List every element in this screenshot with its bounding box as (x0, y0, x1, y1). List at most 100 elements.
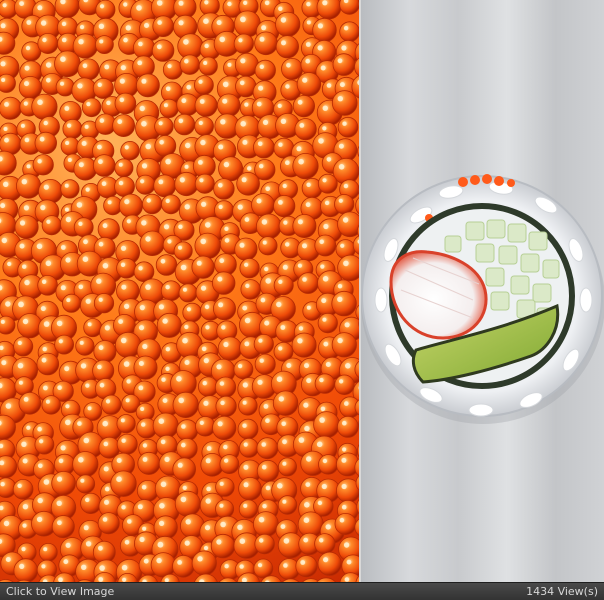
caviar-highlight (24, 81, 29, 87)
caviar-highlight (201, 346, 207, 352)
caviar-highlight (241, 177, 247, 183)
caviar-egg (332, 53, 356, 76)
caviar-highlight (43, 184, 49, 190)
caviar-highlight (319, 239, 325, 245)
image-thumbnail[interactable] (0, 0, 604, 582)
caviar-highlight (43, 479, 50, 485)
caviar-egg (37, 33, 59, 55)
caviar-highlight (205, 458, 211, 464)
caviar-egg (101, 394, 122, 415)
caviar-egg (172, 457, 197, 482)
caviar-egg (174, 171, 199, 197)
caviar-highlight (176, 376, 182, 382)
caviar-highlight (243, 482, 249, 488)
caviar-highlight (24, 137, 30, 143)
caviar-highlight (64, 366, 70, 372)
caviar-highlight (306, 1, 311, 7)
caviar-highlight (302, 277, 307, 282)
caviar-egg (233, 359, 254, 380)
caviar-highlight (43, 547, 48, 552)
caviar-highlight (240, 58, 246, 64)
caviar-highlight (259, 538, 264, 543)
caviar-highlight (63, 559, 69, 565)
caviar-highlight (160, 481, 167, 488)
caviar-egg (92, 154, 116, 177)
caviar-egg (336, 478, 359, 503)
caviar-highlight (60, 245, 66, 250)
caviar-highlight (237, 204, 243, 210)
caviar-highlight (178, 118, 184, 124)
caviar-egg (216, 93, 241, 117)
caviar-highlight (297, 219, 303, 225)
caviar-egg (153, 174, 177, 198)
caviar-egg (81, 97, 102, 118)
caviar-photo (0, 0, 359, 582)
caviar-egg (238, 396, 258, 416)
caviar-egg (92, 77, 114, 99)
caviar-egg (116, 414, 136, 434)
caviar-egg (337, 211, 359, 238)
caviar-highlight (67, 158, 72, 162)
caviar-highlight (323, 341, 329, 347)
caviar-highlight (46, 219, 51, 224)
caviar-highlight (341, 483, 347, 490)
caviar-highlight (342, 217, 349, 223)
caviar-highlight (164, 456, 170, 462)
caviar-egg (215, 499, 235, 519)
caviar-highlight (123, 2, 128, 7)
caviar-highlight (218, 204, 223, 210)
caviar-egg (239, 437, 259, 458)
caviar-highlight (199, 178, 204, 183)
caviar-highlight (121, 284, 127, 290)
caviar-highlight (121, 505, 126, 510)
caviar-highlight (123, 361, 130, 367)
caviar-highlight (104, 499, 109, 505)
caviar-highlight (4, 102, 9, 107)
caviar-highlight (184, 204, 190, 210)
caviar-highlight (19, 1, 24, 6)
caviar-highlight (181, 424, 186, 429)
caviar-egg (182, 302, 203, 323)
caviar-highlight (177, 560, 183, 565)
caviar-highlight (177, 462, 183, 468)
caviar-highlight (36, 243, 43, 250)
caviar-highlight (19, 220, 26, 226)
caviar-highlight (216, 20, 222, 26)
caviar-egg (295, 555, 318, 578)
caviar-egg (193, 75, 214, 95)
caviar-egg (217, 336, 243, 361)
caviar-highlight (138, 325, 145, 331)
caviar-highlight (343, 183, 349, 189)
caviar-highlight (298, 437, 305, 443)
caviar-highlight (146, 198, 151, 203)
caviar-egg (277, 457, 297, 477)
caviar-egg (252, 511, 279, 537)
caviar-highlight (165, 347, 170, 352)
caviar-highlight (338, 198, 343, 203)
caviar-highlight (157, 541, 164, 548)
caviar-highlight (178, 397, 184, 404)
caviar-egg (41, 395, 61, 415)
caviar-highlight (218, 183, 223, 188)
image-viewer: Click to View Image 1434 View(s) (0, 0, 604, 600)
caviar-egg (173, 113, 196, 136)
caviar-highlight (167, 64, 172, 69)
caviar-highlight (216, 539, 222, 545)
caviar-highlight (185, 519, 191, 525)
caviar-highlight (221, 325, 226, 330)
caviar-highlight (300, 560, 306, 565)
caviar-egg (313, 411, 341, 439)
caviar-egg (191, 550, 217, 576)
caviar-highlight (245, 283, 250, 288)
caviar-highlight (127, 519, 132, 524)
caviar-egg (214, 376, 237, 398)
caviar-egg (55, 77, 75, 97)
caviar-highlight (219, 258, 225, 264)
caviar-highlight (60, 285, 66, 291)
caviar-egg (334, 513, 357, 536)
view-image-link[interactable]: Click to View Image (6, 583, 114, 600)
caviar-highlight (157, 20, 162, 25)
caviar-egg (172, 391, 199, 418)
caviar-highlight (239, 538, 246, 544)
caviar-highlight (217, 421, 223, 427)
